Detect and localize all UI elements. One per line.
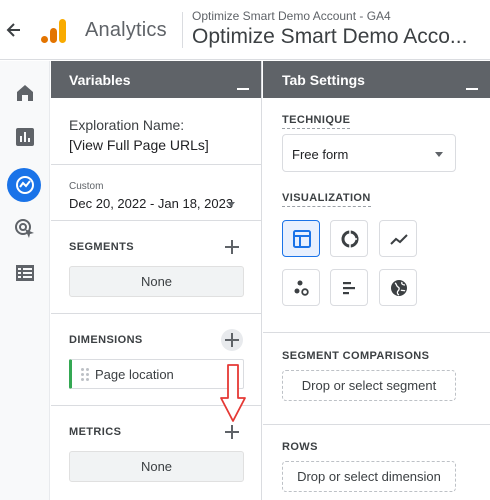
annotation-arrow-icon [220, 364, 246, 422]
viz-donut-button[interactable] [330, 220, 368, 257]
property-selector[interactable]: Optimize Smart Demo Acco... [192, 25, 482, 49]
left-nav-rail [0, 61, 50, 500]
add-metric-plus-icon[interactable] [225, 425, 239, 439]
exploration-name-input[interactable]: [View Full Page URLs] [69, 137, 209, 153]
reports-icon[interactable] [13, 125, 37, 149]
home-icon[interactable] [13, 81, 37, 105]
plus-icon [225, 333, 239, 347]
rows-drop-zone[interactable]: Drop or select dimension [282, 461, 456, 492]
dimension-chip[interactable]: Page location [69, 359, 244, 389]
viz-table-button[interactable] [282, 220, 320, 257]
tab-settings-header: Tab Settings [263, 61, 490, 98]
bar-chart-icon [343, 282, 355, 295]
visualization-title: VISUALIZATION [282, 192, 371, 207]
geo-map-icon [391, 280, 407, 296]
back-arrow-icon[interactable] [4, 18, 24, 42]
donut-chart-icon [341, 230, 359, 248]
metrics-none-box[interactable]: None [69, 451, 244, 482]
tab-settings-panel: Tab Settings TECHNIQUE Free form VISUALI… [263, 61, 490, 500]
segments-none-box[interactable]: None [69, 266, 244, 297]
date-range-section [51, 165, 261, 221]
add-segment-plus-icon[interactable] [225, 240, 239, 254]
exploration-name-label: Exploration Name: [69, 117, 185, 133]
section-divider [263, 424, 490, 425]
analytics-logo [41, 19, 66, 43]
add-dimension-button[interactable] [221, 329, 243, 351]
top-bar: Analytics Optimize Smart Demo Account - … [0, 0, 490, 60]
header-divider [182, 12, 183, 48]
metrics-title: METRICS [69, 426, 122, 438]
chevron-down-icon[interactable] [227, 202, 235, 207]
variables-header: Variables [51, 61, 261, 98]
scatter-icon [294, 280, 309, 296]
viz-line-button[interactable] [379, 220, 417, 257]
minimize-icon[interactable] [237, 88, 249, 90]
explore-icon[interactable] [13, 173, 37, 197]
segments-title: SEGMENTS [69, 241, 134, 253]
app-name: Analytics [85, 19, 167, 41]
rows-title: ROWS [282, 441, 318, 453]
minimize-icon[interactable] [466, 88, 478, 90]
dimensions-title: DIMENSIONS [69, 334, 143, 346]
date-custom-label: Custom [69, 181, 104, 192]
chevron-down-icon [435, 152, 443, 157]
technique-value: Free form [292, 147, 349, 162]
dimension-chip-label: Page location [95, 367, 174, 382]
line-chart-icon [390, 234, 408, 245]
configure-icon[interactable] [13, 261, 37, 285]
technique-select[interactable]: Free form [282, 134, 456, 172]
technique-title: TECHNIQUE [282, 114, 351, 129]
segment-comparison-drop-zone[interactable]: Drop or select segment [282, 370, 456, 401]
advertising-icon[interactable] [13, 217, 37, 241]
viz-geo-button[interactable] [379, 269, 417, 306]
account-name-small[interactable]: Optimize Smart Demo Account - GA4 [192, 9, 391, 23]
variables-title: Variables [69, 72, 131, 88]
tab-settings-title: Tab Settings [282, 72, 365, 88]
section-divider [263, 332, 490, 333]
variables-panel: Variables Exploration Name: [View Full P… [51, 61, 262, 500]
viz-scatter-button[interactable] [282, 269, 320, 306]
segment-comparisons-title: SEGMENT COMPARISONS [282, 350, 430, 362]
viz-bar-button[interactable] [330, 269, 368, 306]
table-icon [293, 230, 311, 248]
drag-handle-icon[interactable] [81, 368, 89, 381]
date-range-selector[interactable]: Dec 20, 2022 - Jan 18, 2023 [69, 196, 233, 211]
